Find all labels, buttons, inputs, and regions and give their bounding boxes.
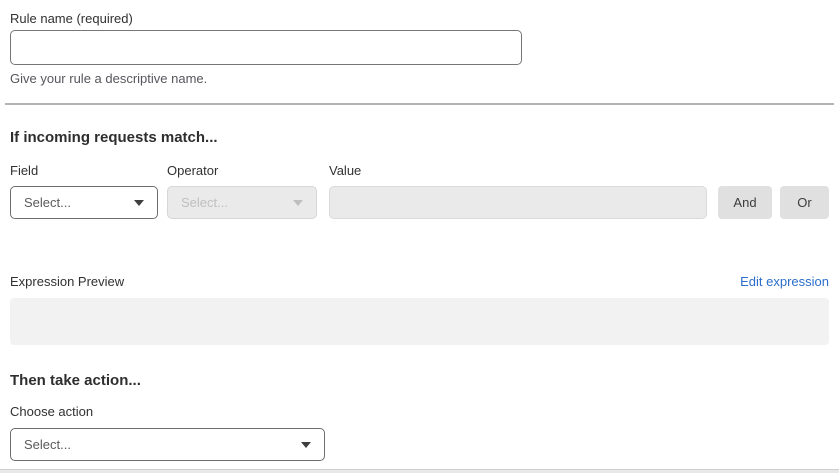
- rule-name-help-text: Give your rule a descriptive name.: [10, 71, 829, 86]
- action-select-placeholder: Select...: [24, 437, 71, 452]
- field-column: Field Select...: [10, 163, 158, 219]
- field-label: Field: [10, 163, 158, 178]
- rule-form: Rule name (required) Give your rule a de…: [0, 0, 839, 473]
- and-button[interactable]: And: [718, 186, 772, 219]
- field-select[interactable]: Select...: [10, 186, 158, 219]
- match-section-heading: If incoming requests match...: [10, 129, 829, 147]
- operator-column: Operator Select...: [167, 163, 317, 219]
- action-select[interactable]: Select...: [10, 428, 325, 461]
- bottom-panel: [0, 469, 839, 473]
- operator-select[interactable]: Select...: [167, 186, 317, 219]
- expression-header: Expression Preview Edit expression: [10, 274, 829, 289]
- chevron-down-icon: [293, 200, 303, 206]
- value-column: Value: [329, 163, 707, 219]
- edit-expression-link[interactable]: Edit expression: [740, 274, 829, 289]
- operator-label: Operator: [167, 163, 317, 178]
- or-button[interactable]: Or: [780, 186, 829, 219]
- chevron-down-icon: [301, 442, 311, 448]
- rule-name-label: Rule name (required): [10, 11, 829, 26]
- operator-select-placeholder: Select...: [181, 195, 228, 210]
- chevron-down-icon: [134, 200, 144, 206]
- expression-preview-label: Expression Preview: [10, 274, 124, 289]
- value-label: Value: [329, 163, 707, 178]
- expression-preview-box: [10, 298, 829, 345]
- rule-name-input[interactable]: [10, 30, 522, 65]
- value-input[interactable]: [329, 186, 707, 219]
- condition-row: Field Select... Operator Select... Value…: [10, 163, 829, 219]
- field-select-placeholder: Select...: [24, 195, 71, 210]
- choose-action-label: Choose action: [10, 404, 829, 419]
- section-divider: [5, 103, 834, 105]
- action-section-heading: Then take action...: [10, 372, 829, 390]
